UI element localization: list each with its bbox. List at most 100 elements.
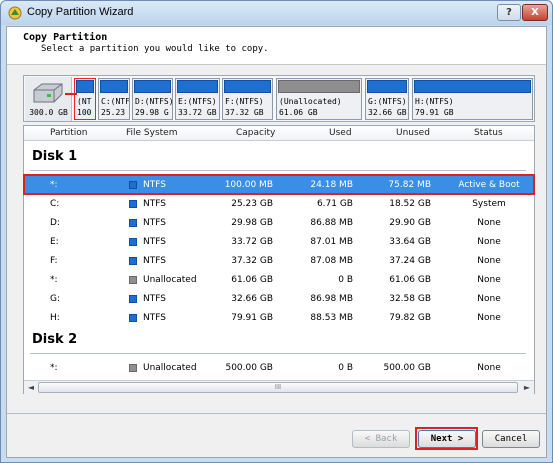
cell-file-system: NTFS [143,218,166,228]
cancel-button[interactable]: Cancel [482,430,540,448]
unallocated-swatch [129,364,137,372]
cell-status: None [477,218,501,228]
table-row[interactable]: G: NTFS 32.66 GB 86.98 MB 32.58 GB None [24,290,534,309]
hard-disk-icon [33,83,63,103]
cell-partition: C: [50,199,60,209]
cell-capacity: 29.98 GB [231,218,273,228]
partition-tile-label: H:(NTFS) [415,97,454,106]
cell-unused: 29.90 GB [389,218,431,228]
cell-partition: *: [50,275,58,285]
disk-tile[interactable]: 300.0 GB [25,77,72,121]
partition-tile[interactable]: F:(NTFS) 37.32 GB [222,78,273,120]
cell-unused: 33.64 GB [389,237,431,247]
close-button[interactable]: X [522,4,548,21]
scroll-right-arrow-icon[interactable]: ► [520,381,534,394]
page-subtitle: Select a partition you would like to cop… [41,44,269,54]
cell-partition: E: [50,237,59,247]
disk-size-label: 300.0 GB [29,108,68,117]
cell-used: 86.98 MB [310,294,353,304]
table-row[interactable]: H: NTFS 79.91 GB 88.53 MB 79.82 GB None [24,309,534,328]
partition-tile[interactable]: C:(NTF 25.23 [98,78,130,120]
table-header: Partition File System Capacity Used Unus… [24,126,534,141]
wizard-app-icon [8,6,22,20]
cell-used: 86.88 MB [310,218,353,228]
horizontal-scrollbar[interactable]: ◄ III ► [24,380,534,394]
partition-tile-size: 29.98 G [135,108,169,117]
cell-unused: 37.24 GB [389,256,431,266]
partition-tile[interactable]: D:(NTFS) 29.98 G [132,78,173,120]
ntfs-bar [177,80,218,93]
column-header-used[interactable]: Used [329,128,352,138]
partition-tile-label: D:(NTFS) [135,97,173,106]
ntfs-swatch [129,295,137,303]
cell-file-system: NTFS [143,199,166,209]
table-row[interactable]: E: NTFS 33.72 GB 87.01 MB 33.64 GB None [24,233,534,252]
title-bar[interactable]: Copy Partition Wizard ? X [1,1,552,25]
partition-tile-label: C:(NTF [101,97,130,106]
cell-capacity: 500.00 GB [225,363,273,373]
wizard-header: Copy Partition Select a partition you wo… [7,27,546,65]
partition-tile[interactable]: H:(NTFS) 79.91 GB [412,78,533,120]
table-row[interactable]: C: NTFS 25.23 GB 6.71 GB 18.52 GB System [24,195,534,214]
column-header-capacity[interactable]: Capacity [236,128,275,138]
cell-file-system: Unallocated [143,275,197,285]
unallocated-swatch [129,276,137,284]
unallocated-bar [278,80,360,93]
cell-file-system: NTFS [143,313,166,323]
column-header-partition[interactable]: Partition [50,128,88,138]
cell-capacity: 33.72 GB [231,237,273,247]
window-title: Copy Partition Wizard [27,6,134,18]
table-row[interactable]: D: NTFS 29.98 GB 86.88 MB 29.90 GB None [24,214,534,233]
cell-capacity: 25.23 GB [231,199,273,209]
partition-tile-size: 33.72 GB [178,108,217,117]
cell-file-system: NTFS [143,237,166,247]
partition-tile[interactable]: (NT 100 [74,78,96,120]
cell-status: None [477,256,501,266]
ntfs-bar [367,80,407,93]
footer-separator [7,413,546,414]
ntfs-swatch [129,314,137,322]
column-header-unused[interactable]: Unused [396,128,430,138]
cell-unused: 500.00 GB [383,363,431,373]
cell-file-system: NTFS [143,294,166,304]
ntfs-bar [224,80,271,93]
partition-tile[interactable]: (Unallocated) 61.06 GB [276,78,362,120]
disk-1-label: Disk 1 [32,149,78,164]
cell-capacity: 79.91 GB [231,313,273,323]
partition-tile-size: 79.91 GB [415,108,454,117]
cell-used: 87.08 MB [310,256,353,266]
cell-capacity: 32.66 GB [231,294,273,304]
ntfs-swatch [129,238,137,246]
cell-partition: H: [50,313,60,323]
table-row[interactable]: *: Unallocated 61.06 GB 0 B 61.06 GB Non… [24,271,534,290]
ntfs-bar [100,80,128,93]
ntfs-bar [76,80,94,93]
partition-tile[interactable]: G:(NTFS) 32.66 GB [365,78,409,120]
cell-file-system: NTFS [143,256,166,266]
cell-used: 88.53 MB [310,313,353,323]
table-row[interactable]: *: Unallocated 500.00 GB 0 B 500.00 GB N… [24,359,534,378]
column-header-file-system[interactable]: File System [126,128,177,138]
table-row[interactable]: F: NTFS 37.32 GB 87.08 MB 37.24 GB None [24,252,534,271]
help-button[interactable]: ? [497,4,521,21]
partition-tile-label: (Unallocated) [279,97,342,106]
partition-tile-label: (NT [77,97,92,106]
ntfs-bar [134,80,171,93]
partition-tile-size: 25.23 [101,108,126,117]
disk-2-label: Disk 2 [32,332,78,347]
next-button-highlight-annotation [415,427,478,450]
back-button[interactable]: < Back [352,430,410,448]
cell-file-system: Unallocated [143,363,197,373]
page-title: Copy Partition [23,32,108,43]
disk-1-divider [30,170,526,171]
ntfs-swatch [129,257,137,265]
ntfs-swatch [129,219,137,227]
highlight-annotation [23,174,535,195]
column-header-status[interactable]: Status [474,128,503,138]
cell-status: None [477,237,501,247]
cell-unused: 32.58 GB [389,294,431,304]
scroll-thumb[interactable]: III [38,382,518,393]
partition-tile-size: 37.32 GB [225,108,264,117]
partition-tile[interactable]: E:(NTFS) 33.72 GB [175,78,220,120]
scroll-left-arrow-icon[interactable]: ◄ [24,381,38,394]
